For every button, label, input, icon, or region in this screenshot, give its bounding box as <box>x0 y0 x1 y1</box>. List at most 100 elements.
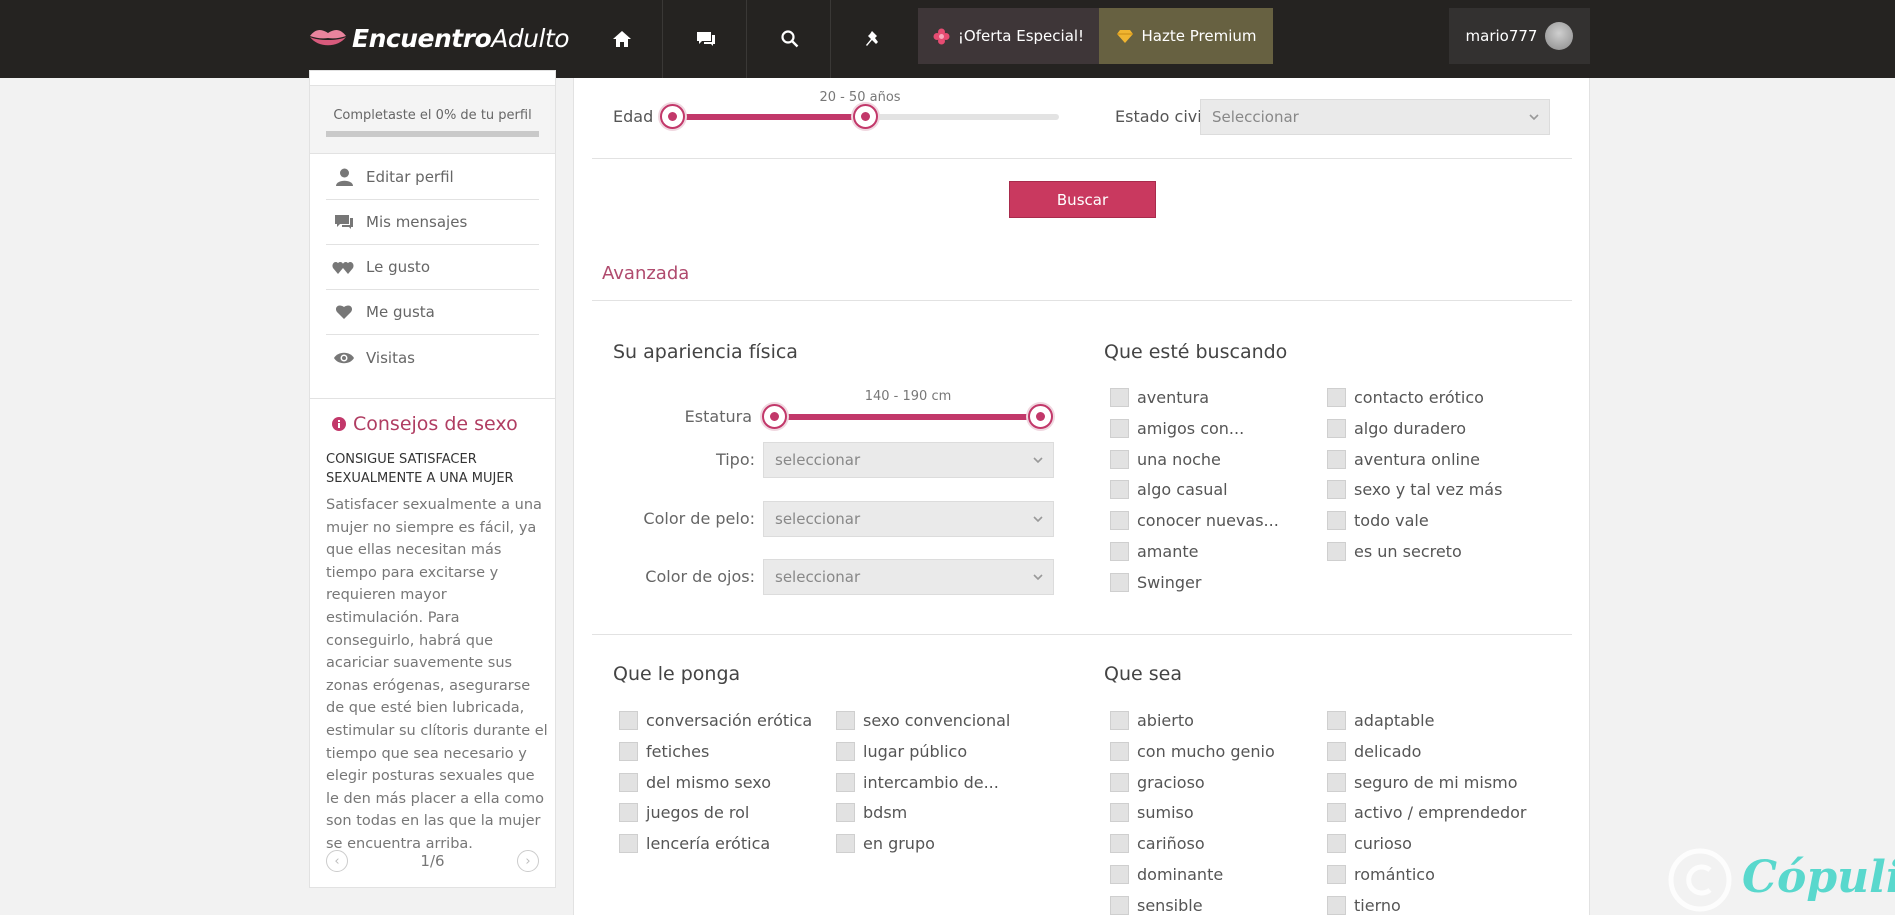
checkbox[interactable] <box>836 741 855 761</box>
checkbox-option[interactable]: lugar público <box>836 741 967 761</box>
checkbox-option[interactable]: intercambio de... <box>836 772 999 792</box>
checkbox[interactable] <box>1110 542 1129 561</box>
checkbox[interactable] <box>1327 803 1346 823</box>
estado-civil-select[interactable]: Seleccionar <box>1200 99 1550 135</box>
checkbox[interactable] <box>1327 511 1346 531</box>
checkbox[interactable] <box>1110 895 1129 915</box>
nav-search[interactable] <box>749 0 831 78</box>
checkbox[interactable] <box>1327 711 1346 730</box>
checkbox-option[interactable]: conocer nuevas... <box>1110 511 1279 531</box>
nav-home[interactable] <box>581 0 663 78</box>
next-arrow-icon[interactable]: › <box>517 850 539 872</box>
checkbox-option[interactable]: algo casual <box>1110 480 1228 500</box>
premium-button[interactable]: Hazte Premium <box>1099 8 1273 64</box>
special-offer-button[interactable]: ¡Oferta Especial! <box>918 8 1099 64</box>
checkbox-option[interactable]: tierno <box>1327 895 1401 915</box>
tipo-select[interactable]: seleccionar <box>763 442 1054 478</box>
checkbox-option[interactable]: cariñoso <box>1110 834 1205 854</box>
checkbox[interactable] <box>1327 741 1346 761</box>
checkbox[interactable] <box>1110 480 1129 500</box>
checkbox[interactable] <box>1327 895 1346 915</box>
tips-article-heading[interactable]: CONSIGUE SATISFACER SEXUALMENTE A UNA MU… <box>326 450 546 488</box>
checkbox-option[interactable]: delicado <box>1327 741 1421 761</box>
checkbox-option[interactable]: Swinger <box>1110 572 1201 592</box>
checkbox-option[interactable]: bdsm <box>836 803 907 823</box>
checkbox-option[interactable]: en grupo <box>836 834 935 854</box>
checkbox[interactable] <box>1327 388 1346 407</box>
ojos-select[interactable]: seleccionar <box>763 559 1054 595</box>
checkbox[interactable] <box>1110 418 1129 438</box>
buscar-button[interactable]: Buscar <box>1009 181 1156 218</box>
avanzada-heading[interactable]: Avanzada <box>602 263 689 284</box>
site-logo[interactable]: EncuentroAdulto <box>308 20 570 56</box>
checkbox[interactable] <box>1110 772 1129 792</box>
checkbox[interactable] <box>1110 834 1129 854</box>
checkbox-option[interactable]: activo / emprendedor <box>1327 803 1526 823</box>
checkbox-option[interactable]: amante <box>1110 542 1198 561</box>
checkbox-option[interactable]: es un secreto <box>1327 542 1462 561</box>
checkbox[interactable] <box>1110 572 1129 592</box>
checkbox-option[interactable]: del mismo sexo <box>619 772 771 792</box>
sidebar-item-le-gusto[interactable]: Le gusto <box>326 245 539 290</box>
sidebar-item-mis-mensajes[interactable]: Mis mensajes <box>326 200 539 245</box>
checkbox[interactable] <box>619 834 638 854</box>
estatura-min-handle[interactable] <box>762 404 787 429</box>
checkbox-option[interactable]: romántico <box>1327 865 1435 884</box>
checkbox[interactable] <box>1327 542 1346 561</box>
checkbox[interactable] <box>1110 511 1129 531</box>
checkbox[interactable] <box>1327 772 1346 792</box>
checkbox[interactable] <box>1110 711 1129 730</box>
checkbox-option[interactable]: dominante <box>1110 865 1223 884</box>
checkbox-option[interactable]: una noche <box>1110 449 1221 469</box>
checkbox-option[interactable]: aventura <box>1110 388 1209 407</box>
checkbox-option[interactable]: conversación erótica <box>619 711 812 730</box>
sidebar-item-visitas[interactable]: Visitas <box>326 335 539 380</box>
checkbox[interactable] <box>1327 834 1346 854</box>
checkbox[interactable] <box>619 772 638 792</box>
checkbox-option[interactable]: lencería erótica <box>619 834 770 854</box>
checkbox[interactable] <box>1110 865 1129 884</box>
checkbox[interactable] <box>619 741 638 761</box>
checkbox[interactable] <box>1110 741 1129 761</box>
pelo-select[interactable]: seleccionar <box>763 501 1054 537</box>
checkbox-option[interactable]: todo vale <box>1327 511 1429 531</box>
checkbox[interactable] <box>1110 449 1129 469</box>
sidebar-item-me-gusta[interactable]: Me gusta <box>326 290 539 335</box>
checkbox-option[interactable]: adaptable <box>1327 711 1434 730</box>
checkbox-option[interactable]: contacto erótico <box>1327 388 1484 407</box>
checkbox[interactable] <box>1327 865 1346 884</box>
checkbox-option[interactable]: algo duradero <box>1327 418 1466 438</box>
checkbox[interactable] <box>836 711 855 730</box>
checkbox-option[interactable]: seguro de mi mismo <box>1327 772 1518 792</box>
edad-min-handle[interactable] <box>660 104 685 129</box>
nav-messages[interactable] <box>665 0 747 78</box>
user-menu-button[interactable]: mario777 <box>1449 8 1590 64</box>
checkbox[interactable] <box>619 803 638 823</box>
checkbox-option[interactable]: sumiso <box>1110 803 1194 823</box>
checkbox[interactable] <box>1110 388 1129 407</box>
sidebar-item-editar-perfil[interactable]: Editar perfil <box>326 155 539 200</box>
checkbox[interactable] <box>1327 449 1346 469</box>
checkbox-option[interactable]: amigos con... <box>1110 418 1244 438</box>
checkbox[interactable] <box>1327 480 1346 500</box>
checkbox-option[interactable]: curioso <box>1327 834 1412 854</box>
checkbox-option[interactable]: sensible <box>1110 895 1203 915</box>
checkbox-option[interactable]: sexo convencional <box>836 711 1010 730</box>
checkbox[interactable] <box>619 711 638 730</box>
estatura-max-handle[interactable] <box>1028 404 1053 429</box>
checkbox[interactable] <box>1327 418 1346 438</box>
checkbox-option[interactable]: fetiches <box>619 741 709 761</box>
checkbox[interactable] <box>836 834 855 854</box>
checkbox-option[interactable]: juegos de rol <box>619 803 749 823</box>
checkbox[interactable] <box>836 772 855 792</box>
checkbox-option[interactable]: gracioso <box>1110 772 1205 792</box>
nav-pin[interactable] <box>833 0 915 78</box>
estatura-slider-fill[interactable] <box>774 414 1040 420</box>
checkbox-option[interactable]: aventura online <box>1327 449 1480 469</box>
checkbox[interactable] <box>1110 803 1129 823</box>
checkbox-option[interactable]: abierto <box>1110 711 1194 730</box>
edad-max-handle[interactable] <box>853 104 878 129</box>
checkbox[interactable] <box>836 803 855 823</box>
checkbox-option[interactable]: con mucho genio <box>1110 741 1275 761</box>
checkbox-option[interactable]: sexo y tal vez más <box>1327 480 1502 500</box>
